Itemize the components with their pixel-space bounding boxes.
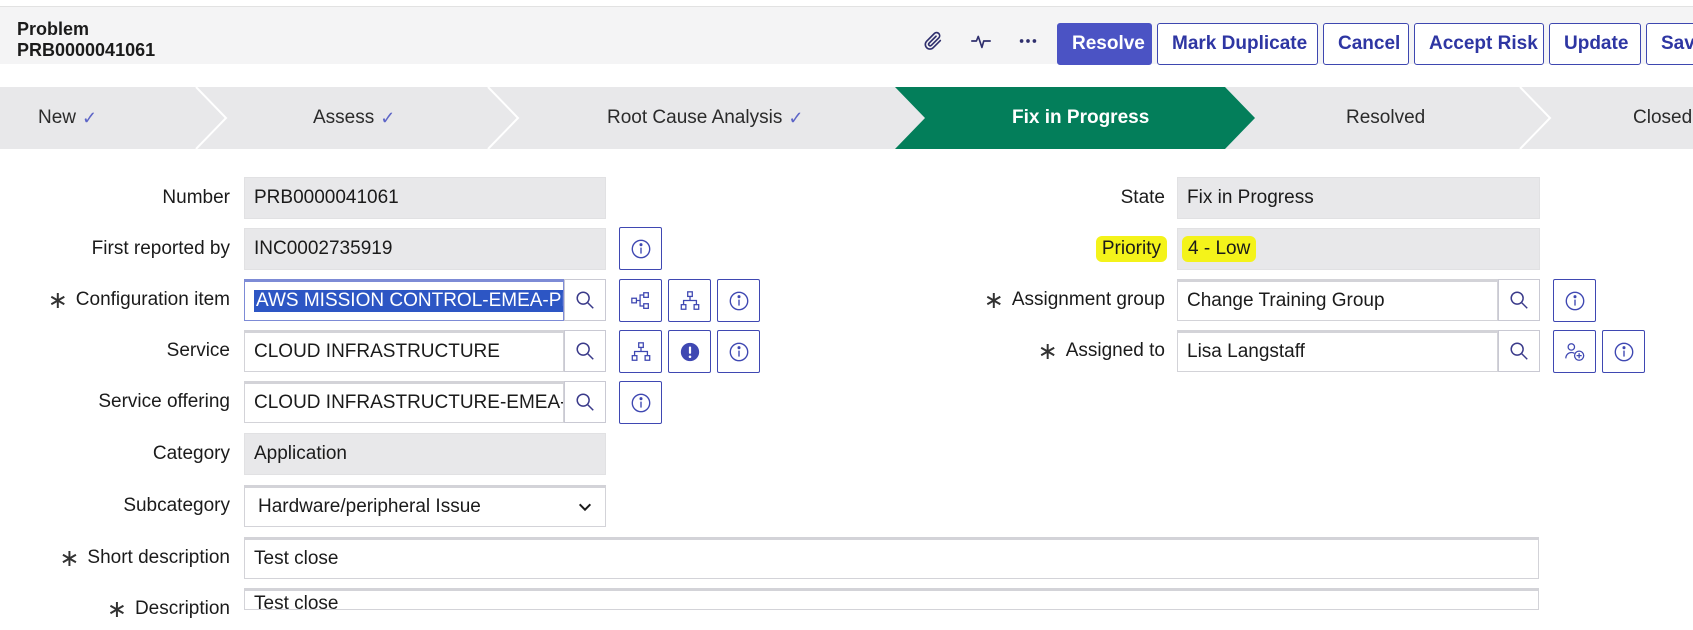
flow-stage-new: New ✓ [38,107,98,128]
first-reported-by-label: First reported by [91,238,230,259]
chevron-down-icon [578,503,592,512]
flow-stage-assess: Assess ✓ [313,107,396,128]
info-icon[interactable] [1553,279,1596,322]
service-offering-input[interactable]: CLOUD INFRASTRUCTURE-EMEA-I [244,381,564,423]
check-icon: ✓ [82,107,98,128]
assigned-to-label: ∗ Assigned to [1037,337,1165,365]
process-flow-chevrons [0,87,1693,149]
configuration-item-lookup-button[interactable] [564,279,606,321]
priority-label-text: Priority [1095,236,1167,262]
first-reported-by-field[interactable]: INC0002735919 [244,228,606,270]
info-icon[interactable] [619,227,662,270]
search-icon [1510,342,1528,360]
search-icon [1510,291,1528,309]
service-offering-label: Service offering [98,391,230,412]
dependency-map-icon[interactable] [619,279,662,322]
resolve-button[interactable]: Resolve [1057,23,1152,65]
configuration-item-value: AWS MISSION CONTROL-EMEA-PR [254,290,563,312]
assigned-to-input[interactable]: Lisa Langstaff [1177,330,1498,372]
activity-icon[interactable] [968,28,994,54]
required-marker: ∗ [1037,337,1058,365]
mark-duplicate-button[interactable]: Mark Duplicate [1157,23,1318,65]
check-icon: ✓ [788,107,804,128]
more-icon[interactable] [1015,28,1041,54]
flow-stage-resolved: Resolved [1346,107,1426,128]
alert-icon[interactable] [668,330,711,373]
required-marker: ∗ [106,595,127,623]
state-field[interactable]: Fix in Progress [1177,177,1540,219]
subcategory-label: Subcategory [123,495,230,516]
state-label: State [1120,187,1165,208]
service-input[interactable]: CLOUD INFRASTRUCTURE [244,330,564,372]
search-icon [576,342,594,360]
info-icon[interactable] [717,279,760,322]
flow-stage-root-cause-analysis: Root Cause Analysis ✓ [607,107,804,128]
accept-risk-button[interactable]: Accept Risk [1414,23,1544,65]
number-label: Number [162,187,230,208]
assigned-to-lookup-button[interactable] [1498,330,1540,372]
configuration-item-label: ∗ Configuration item [47,286,230,314]
check-icon: ✓ [380,107,396,128]
record-number: PRB0000041061 [17,40,156,60]
priority-value: 4 - Low [1182,236,1257,262]
priority-field[interactable]: 4 - Low [1177,228,1540,270]
assignment-group-lookup-button[interactable] [1498,279,1540,321]
required-marker: ∗ [47,286,68,314]
process-flow: New ✓ Assess ✓ Root Cause Analysis ✓ Fix in… [0,87,1693,149]
subcategory-value: Hardware/peripheral Issue [258,496,481,517]
required-marker: ∗ [59,544,80,572]
flow-stage-fix-in-progress: Fix in Progress [1012,107,1150,128]
assignment-group-input[interactable]: Change Training Group [1177,279,1498,321]
category-field[interactable]: Application [244,433,606,475]
update-button[interactable]: Update [1549,23,1641,65]
number-field[interactable]: PRB0000041061 [244,177,606,219]
short-description-label: ∗ Short description [59,544,230,572]
description-textarea[interactable]: Test close [244,588,1539,610]
required-marker: ∗ [983,286,1004,314]
short-description-input[interactable]: Test close [244,537,1539,579]
service-offering-lookup-button[interactable] [564,381,606,423]
info-icon[interactable] [619,381,662,424]
assignment-group-label: ∗ Assignment group [983,286,1165,314]
subcategory-select[interactable]: Hardware/peripheral Issue [244,485,606,527]
service-label: Service [166,340,230,361]
record-type: Problem [17,19,90,39]
save-button[interactable]: Save [1646,23,1693,65]
category-label: Category [152,443,230,464]
paperclip-icon[interactable] [920,28,946,54]
add-user-icon[interactable] [1553,330,1596,373]
search-icon [576,291,594,309]
form-header: Problem PRB0000041061 Resolve Mark Dupli… [0,6,1693,65]
cancel-button[interactable]: Cancel [1323,23,1409,65]
hierarchy-icon[interactable] [668,279,711,322]
hierarchy-icon[interactable] [619,330,662,373]
description-label: ∗ Description [106,595,230,623]
configuration-item-input[interactable]: AWS MISSION CONTROL-EMEA-PR [244,279,564,321]
search-icon [576,393,594,411]
info-icon[interactable] [717,330,760,373]
priority-label: Priority [900,228,1167,270]
service-lookup-button[interactable] [564,330,606,372]
flow-stage-closed: Closed [1633,107,1693,128]
info-icon[interactable] [1602,330,1645,373]
